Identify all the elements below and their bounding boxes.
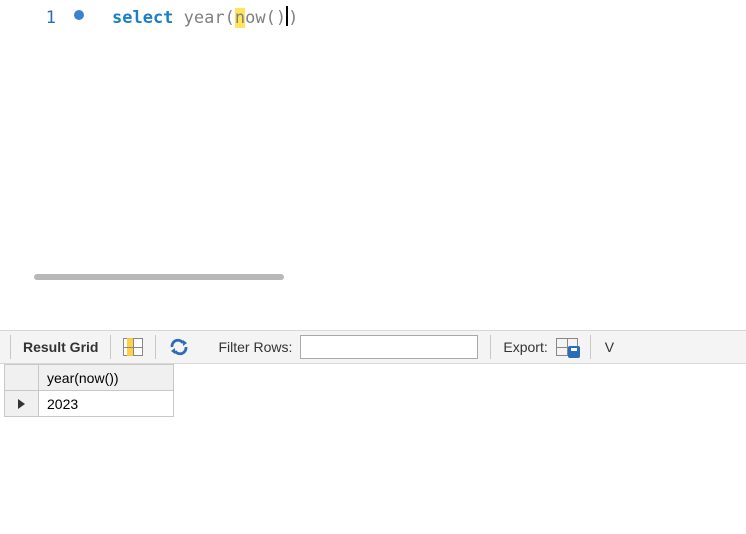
row-handle[interactable] xyxy=(5,391,39,417)
current-row-indicator-icon xyxy=(18,399,25,409)
breakpoint-gutter[interactable] xyxy=(64,8,94,20)
horizontal-scrollbar[interactable] xyxy=(34,274,284,280)
highlight-column-icon[interactable] xyxy=(123,338,143,356)
cell-value[interactable]: 2023 xyxy=(39,391,174,417)
separator xyxy=(155,335,156,359)
refresh-icon[interactable] xyxy=(168,337,190,357)
sql-keyword: select xyxy=(112,8,173,28)
separator xyxy=(590,335,591,359)
close-paren-2: ) xyxy=(276,8,286,28)
separator xyxy=(10,335,11,359)
separator xyxy=(110,335,111,359)
open-paren-2: ( xyxy=(266,8,276,28)
header-row: year(now()) xyxy=(5,365,174,391)
result-grid-label: Result Grid xyxy=(23,339,98,355)
results-toolbar: Result Grid Filter Rows: Export: V xyxy=(0,330,746,364)
filter-rows-input[interactable] xyxy=(300,335,478,359)
splitter-region[interactable] xyxy=(0,280,746,330)
results-grid[interactable]: year(now()) 2023 xyxy=(4,364,174,417)
export-icon[interactable] xyxy=(556,338,578,356)
sql-editor[interactable]: 1 select year ( n ow ( ) ) xyxy=(0,0,746,280)
breakpoint-dot-icon xyxy=(74,10,84,20)
open-paren: ( xyxy=(225,8,235,28)
close-paren: ) xyxy=(288,8,298,28)
cropped-toolbar-item[interactable]: V xyxy=(605,339,614,355)
code-content[interactable]: select year ( n ow ( ) ) xyxy=(94,8,298,28)
line-number: 1 xyxy=(46,8,56,28)
column-header[interactable]: year(now()) xyxy=(39,365,174,391)
filter-rows-label: Filter Rows: xyxy=(218,339,292,355)
sql-function-year: year xyxy=(184,8,225,28)
corner-cell xyxy=(5,365,39,391)
export-label: Export: xyxy=(503,339,547,355)
sql-function-now-rest: ow xyxy=(245,8,265,28)
line-number-gutter: 1 xyxy=(0,8,64,28)
separator xyxy=(490,335,491,359)
table-row[interactable]: 2023 xyxy=(5,391,174,417)
code-line[interactable]: 1 select year ( n ow ( ) ) xyxy=(0,0,746,28)
sql-function-now-highlight: n xyxy=(235,8,245,28)
